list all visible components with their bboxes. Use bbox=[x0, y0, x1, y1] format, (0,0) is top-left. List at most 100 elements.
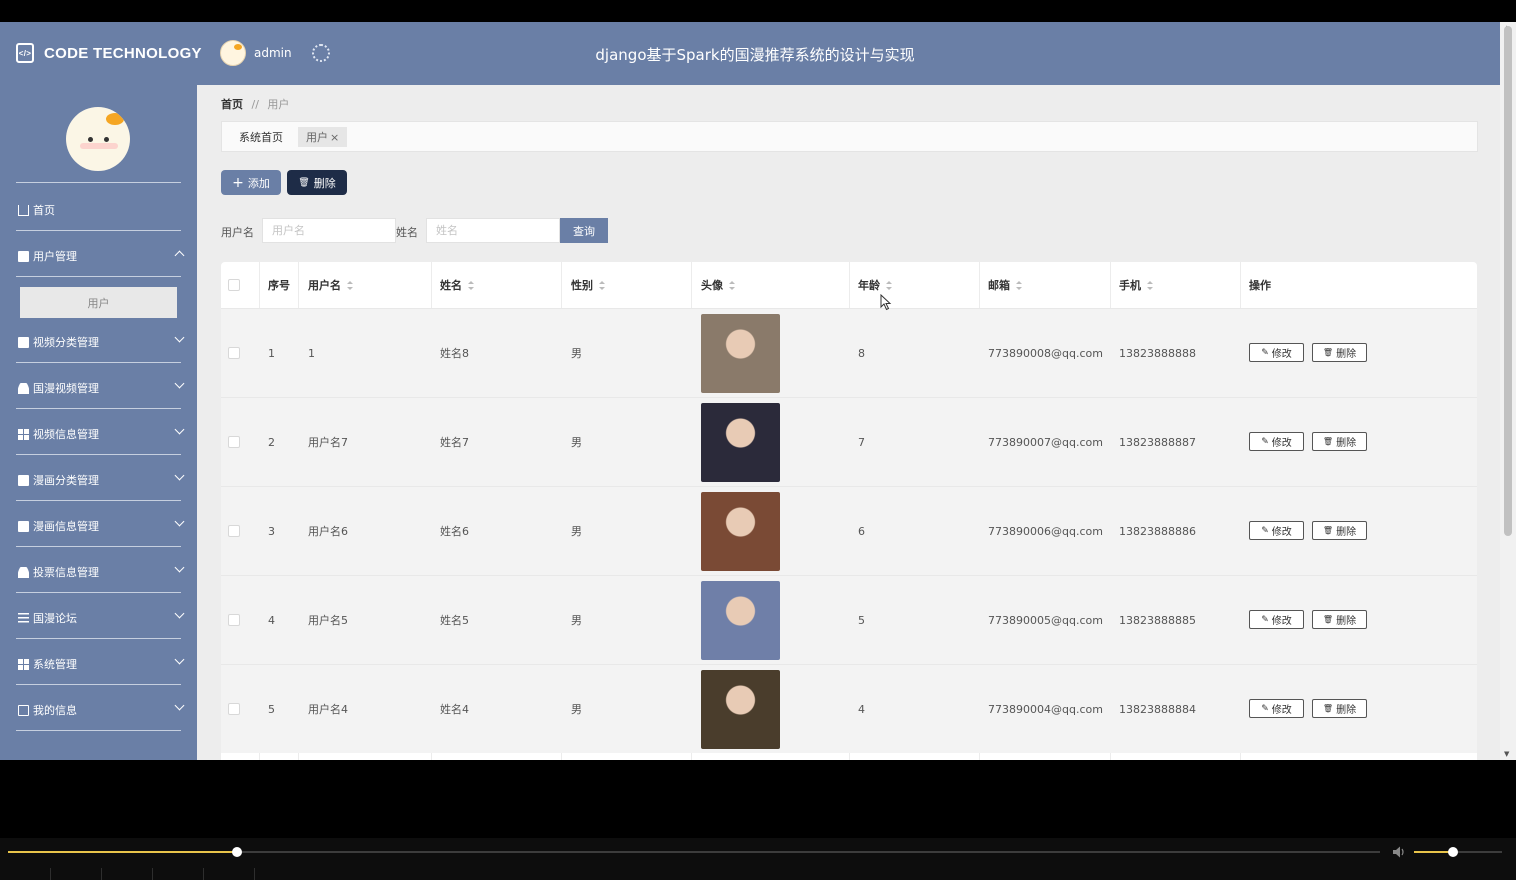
col-phone[interactable]: 手机 bbox=[1119, 262, 1154, 308]
row-delete-button[interactable]: 🗑 删除 bbox=[1312, 521, 1367, 540]
row-delete-button[interactable]: 🗑 删除 bbox=[1312, 343, 1367, 362]
sidebar-subitem-user[interactable]: 用户 bbox=[20, 287, 177, 318]
chevron-down-icon bbox=[174, 424, 185, 435]
grid-icon bbox=[18, 428, 29, 440]
divider bbox=[16, 182, 181, 183]
select-all-checkbox[interactable] bbox=[228, 262, 240, 308]
sidebar-item-video-category[interactable]: 视频分类管理 bbox=[18, 332, 185, 352]
col-index: 序号 bbox=[268, 279, 290, 292]
query-button[interactable]: 查询 bbox=[560, 218, 608, 243]
sidebar-item-anime-video[interactable]: 国漫视频管理 bbox=[18, 378, 185, 398]
edit-icon: ✎ bbox=[1261, 703, 1269, 714]
edit-button[interactable]: ✎ 修改 bbox=[1249, 343, 1304, 362]
edit-button[interactable]: ✎ 修改 bbox=[1249, 521, 1304, 540]
col-gender[interactable]: 性别 bbox=[571, 262, 606, 308]
breadcrumb-home[interactable]: 首页 bbox=[221, 98, 243, 111]
chevron-down-icon bbox=[174, 378, 185, 389]
edit-icon: ✎ bbox=[1261, 525, 1269, 536]
cell-email: 773890005@qq.com bbox=[988, 613, 1103, 627]
edit-label: 修改 bbox=[1271, 349, 1292, 360]
tab-bar: 系统首页 用户 × bbox=[221, 121, 1478, 152]
sidebar-item-label: 视频信息管理 bbox=[33, 428, 99, 441]
delete-button[interactable]: 🗑 删除 bbox=[287, 170, 347, 195]
cell-username: 用户名5 bbox=[308, 614, 348, 627]
sidebar-item-my-info[interactable]: 我的信息 bbox=[18, 700, 185, 720]
trash-icon: 🗑 bbox=[1322, 348, 1334, 357]
cell-index: 3 bbox=[268, 524, 275, 538]
cell-photo bbox=[701, 487, 780, 575]
name-search-input[interactable] bbox=[426, 218, 560, 243]
username-search-input[interactable] bbox=[262, 218, 396, 243]
sidebar-item-video-info[interactable]: 视频信息管理 bbox=[18, 424, 185, 444]
edit-button[interactable]: ✎ 修改 bbox=[1249, 432, 1304, 451]
cell-gender: 男 bbox=[571, 614, 582, 627]
sidebar-item-forum[interactable]: 国漫论坛 bbox=[18, 608, 185, 628]
sidebar-item-comic-info[interactable]: 漫画信息管理 bbox=[18, 516, 185, 536]
row-delete-button[interactable]: 🗑 删除 bbox=[1312, 610, 1367, 629]
sidebar-item-label: 漫画分类管理 bbox=[33, 474, 99, 487]
tab-label: 用户 bbox=[306, 131, 328, 144]
cell-age: 6 bbox=[858, 524, 865, 538]
col-email[interactable]: 邮箱 bbox=[988, 262, 1023, 308]
edit-icon: ✎ bbox=[1261, 614, 1269, 625]
sort-icon bbox=[599, 280, 606, 290]
table-row: 2 用户名7 姓名7 男 7 773890007@qq.com 13823888887 ✎ 修改… bbox=[221, 397, 1477, 486]
cell-gender: 男 bbox=[571, 525, 582, 538]
cell-email: 773890008@qq.com bbox=[988, 346, 1103, 360]
cell-gender: 男 bbox=[571, 703, 582, 716]
seek-progress bbox=[8, 851, 238, 853]
sidebar-item-label: 系统管理 bbox=[33, 658, 77, 671]
delete-label: 删除 bbox=[1336, 705, 1357, 716]
close-icon[interactable]: × bbox=[330, 131, 339, 144]
sidebar-item-label: 用户管理 bbox=[33, 250, 77, 263]
sort-icon bbox=[468, 280, 475, 290]
briefcase-icon bbox=[18, 474, 29, 486]
row-checkbox[interactable] bbox=[228, 525, 240, 537]
tab-label: 系统首页 bbox=[239, 131, 283, 144]
cell-photo bbox=[701, 398, 780, 486]
trash-icon: 🗑 bbox=[1322, 704, 1334, 713]
category-icon bbox=[18, 336, 29, 348]
home-icon bbox=[18, 204, 29, 216]
sidebar-item-home[interactable]: 首页 bbox=[18, 200, 183, 220]
volume-icon[interactable] bbox=[1392, 845, 1407, 859]
plus-icon: + bbox=[232, 174, 244, 191]
tab-home[interactable]: 系统首页 bbox=[231, 127, 291, 147]
cell-username: 用户名7 bbox=[308, 436, 348, 449]
user-card-icon bbox=[18, 250, 29, 262]
cell-gender: 男 bbox=[571, 347, 582, 360]
avatar-photo bbox=[701, 313, 780, 393]
col-name[interactable]: 姓名 bbox=[440, 262, 475, 308]
row-checkbox[interactable] bbox=[228, 614, 240, 626]
divider bbox=[16, 454, 181, 455]
sort-icon bbox=[347, 280, 354, 290]
cell-phone: 13823888885 bbox=[1119, 613, 1196, 627]
add-button[interactable]: + 添加 bbox=[221, 170, 281, 195]
sidebar-item-vote-info[interactable]: 投票信息管理 bbox=[18, 562, 185, 582]
divider bbox=[16, 684, 181, 685]
sidebar-item-comic-category[interactable]: 漫画分类管理 bbox=[18, 470, 185, 490]
col-username[interactable]: 用户名 bbox=[308, 262, 354, 308]
tab-user[interactable]: 用户 × bbox=[298, 127, 348, 147]
edit-button[interactable]: ✎ 修改 bbox=[1249, 610, 1304, 629]
edit-button[interactable]: ✎ 修改 bbox=[1249, 699, 1304, 718]
cell-index: 5 bbox=[268, 702, 275, 716]
vertical-scrollbar[interactable]: ▲ ▼ bbox=[1500, 22, 1516, 760]
sidebar-item-system[interactable]: 系统管理 bbox=[18, 654, 185, 674]
col-photo[interactable]: 头像 bbox=[701, 262, 736, 308]
row-checkbox[interactable] bbox=[228, 436, 240, 448]
table-row: 4 用户名5 姓名5 男 5 773890005@qq.com 13823888885 ✎ 修改… bbox=[221, 575, 1477, 664]
row-checkbox[interactable] bbox=[228, 703, 240, 715]
volume-handle[interactable] bbox=[1447, 847, 1458, 857]
name-label: 姓名 bbox=[396, 226, 418, 239]
cell-phone: 13823888886 bbox=[1119, 524, 1196, 538]
scrollbar-thumb[interactable] bbox=[1504, 26, 1512, 536]
row-delete-button[interactable]: 🗑 删除 bbox=[1312, 432, 1367, 451]
row-delete-button[interactable]: 🗑 删除 bbox=[1312, 699, 1367, 718]
sidebar-item-user-management[interactable]: 用户管理 bbox=[18, 246, 185, 266]
divider bbox=[16, 230, 181, 231]
seek-handle[interactable] bbox=[232, 847, 243, 857]
row-checkbox[interactable] bbox=[228, 347, 240, 359]
sidebar-item-label: 国漫视频管理 bbox=[33, 382, 99, 395]
cell-phone: 13823888888 bbox=[1119, 346, 1196, 360]
